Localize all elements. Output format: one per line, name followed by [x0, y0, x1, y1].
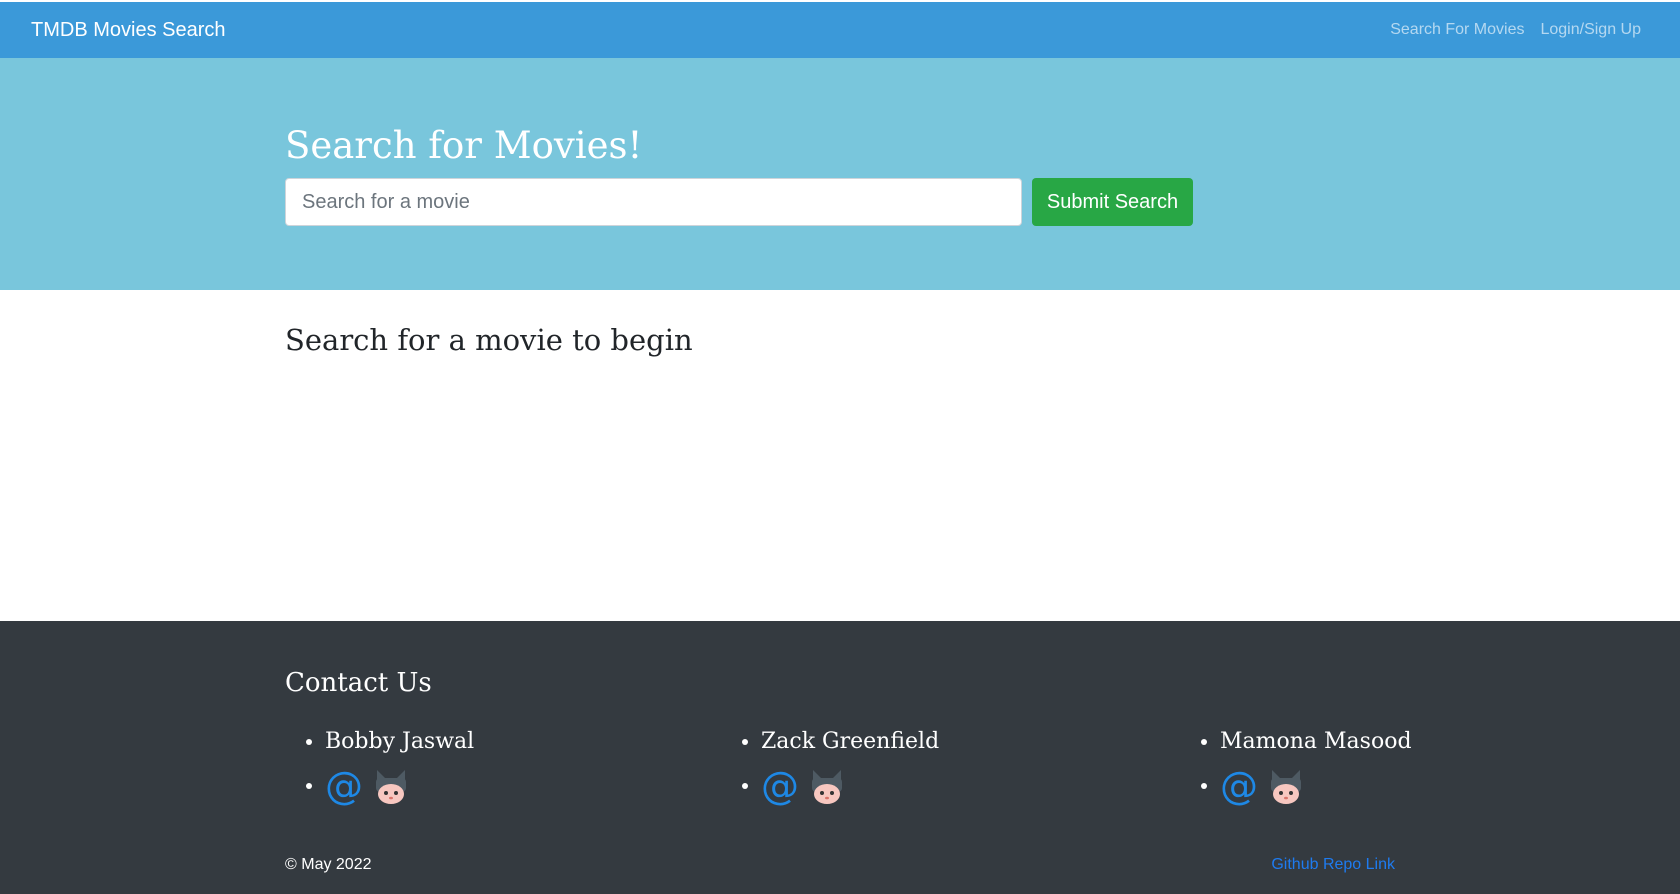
- search-input[interactable]: [285, 178, 1022, 226]
- nav-link-search[interactable]: Search For Movies: [1390, 21, 1524, 39]
- github-octocat-icon[interactable]: [807, 766, 847, 806]
- contact-card: Zack Greenfield @: [721, 726, 939, 806]
- nav-link-login[interactable]: Login/Sign Up: [1540, 21, 1641, 39]
- page-title: Search for Movies!: [285, 124, 643, 167]
- contact-icons: @: [1220, 766, 1412, 806]
- contact-icons: @: [325, 766, 474, 806]
- contact-name: Zack Greenfield: [761, 726, 939, 758]
- search-hero: [0, 58, 1680, 290]
- navbar: TMDB Movies Search Search For Movies Log…: [0, 2, 1680, 58]
- submit-search-button[interactable]: Submit Search: [1032, 178, 1193, 226]
- github-repo-link[interactable]: Github Repo Link: [1271, 856, 1395, 874]
- at-icon[interactable]: @: [761, 766, 799, 806]
- copyright-text: © May 2022: [285, 856, 372, 873]
- contact-title: Contact Us: [285, 668, 432, 698]
- contact-icons: @: [761, 766, 939, 806]
- contact-name: Bobby Jaswal: [325, 726, 474, 758]
- github-octocat-icon[interactable]: [1266, 766, 1306, 806]
- contact-name: Mamona Masood: [1220, 726, 1412, 758]
- github-octocat-icon[interactable]: [371, 766, 411, 806]
- contact-card: Mamona Masood @: [1180, 726, 1412, 806]
- at-icon[interactable]: @: [325, 766, 363, 806]
- contact-card: Bobby Jaswal @: [285, 726, 474, 806]
- nav-links: Search For Movies Login/Sign Up: [1390, 21, 1641, 39]
- at-icon[interactable]: @: [1220, 766, 1258, 806]
- brand-link[interactable]: TMDB Movies Search: [31, 19, 226, 42]
- empty-state-message: Search for a movie to begin: [285, 323, 693, 357]
- footer: Contact Us Bobby Jaswal @ Zack Greenfiel…: [0, 621, 1680, 894]
